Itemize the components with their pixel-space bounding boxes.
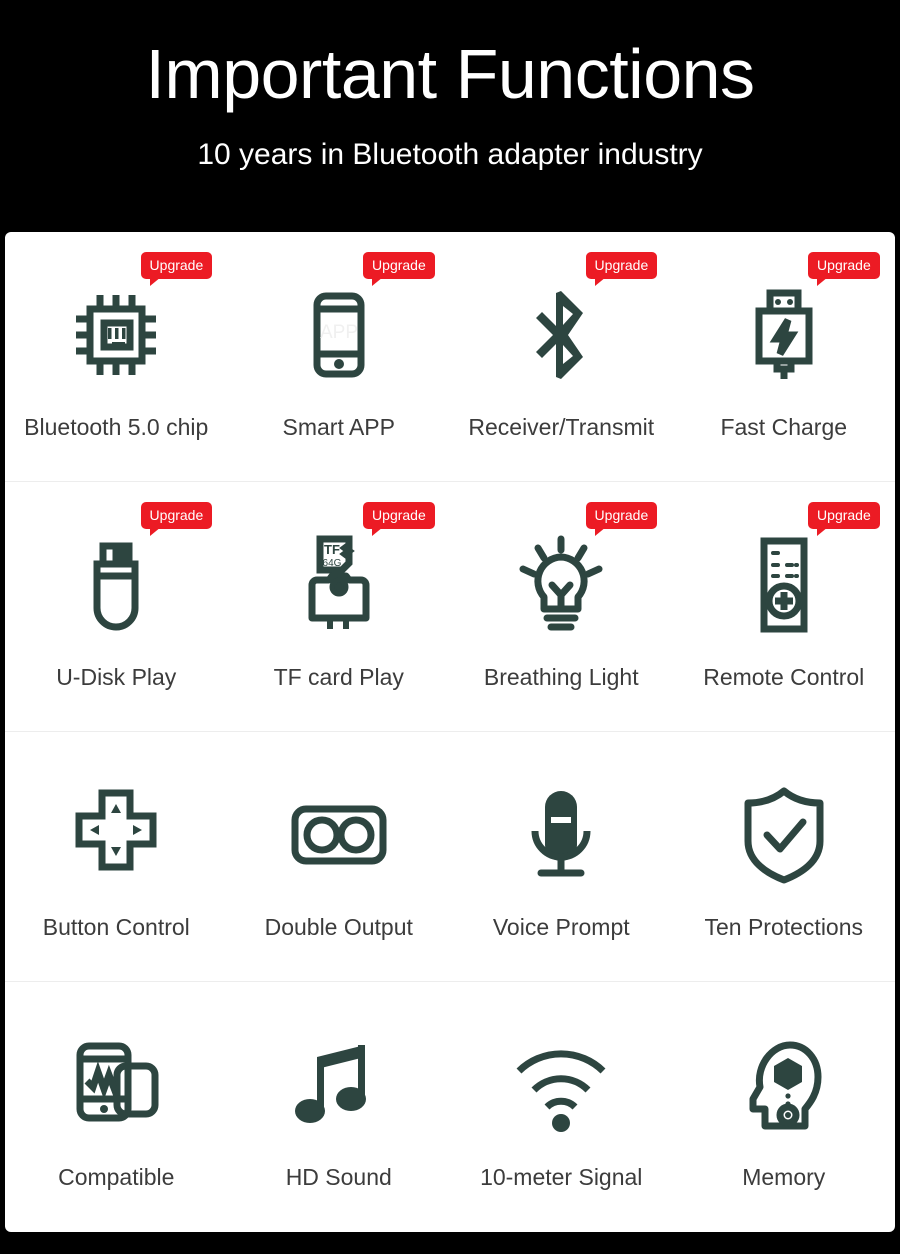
icon-container: APP Upgrade xyxy=(279,276,399,394)
feature-cell-hd-sound[interactable]: HD Sound xyxy=(228,982,451,1232)
upgrade-badge: Upgrade xyxy=(363,502,435,529)
feature-label: Bluetooth 5.0 chip xyxy=(24,414,208,441)
feature-cell-button-control[interactable]: Button Control xyxy=(5,732,228,981)
icon-container: Upgrade xyxy=(724,276,844,394)
microphone-icon xyxy=(509,783,613,887)
feature-cell-compatible[interactable]: Compatible xyxy=(5,982,228,1232)
feature-row: Upgrade Bluetooth 5.0 chip APP Upgrade S… xyxy=(5,232,895,482)
feature-label: Smart APP xyxy=(283,414,395,441)
icon-container: Upgrade xyxy=(501,276,621,394)
upgrade-badge: Upgrade xyxy=(586,502,658,529)
chip-icon xyxy=(64,283,168,387)
icon-container xyxy=(279,1026,399,1144)
feature-row: Upgrade U-Disk Play TF 64G xyxy=(5,482,895,732)
icon-container: Upgrade xyxy=(501,526,621,644)
bluetooth-icon xyxy=(509,283,613,387)
tf-card-icon: TF 64G xyxy=(287,533,391,637)
feature-cell-voice-prompt[interactable]: Voice Prompt xyxy=(450,732,673,981)
upgrade-badge: Upgrade xyxy=(808,502,880,529)
usb-lightning-icon xyxy=(732,283,836,387)
icon-container: Upgrade xyxy=(724,526,844,644)
page-header: Important Functions 10 years in Bluetoot… xyxy=(0,0,900,232)
feature-label: Remote Control xyxy=(703,664,864,691)
feature-label: 10-meter Signal xyxy=(480,1164,642,1191)
smartphone-app-icon: APP xyxy=(287,283,391,387)
feature-row: Button Control Double Output xyxy=(5,732,895,982)
upgrade-badge: Upgrade xyxy=(141,252,213,279)
dual-output-icon xyxy=(287,783,391,887)
page-subtitle: 10 years in Bluetooth adapter industry xyxy=(197,138,702,172)
wifi-signal-icon xyxy=(509,1033,613,1137)
feature-label: Breathing Light xyxy=(484,664,639,691)
music-note-icon xyxy=(287,1033,391,1137)
icon-container xyxy=(501,1026,621,1144)
head-memory-icon xyxy=(732,1033,836,1137)
feature-label: Ten Protections xyxy=(704,914,863,941)
icon-container xyxy=(56,1026,176,1144)
tf-card-type-text: TF xyxy=(324,542,340,557)
upgrade-badge: Upgrade xyxy=(363,252,435,279)
light-bulb-icon xyxy=(509,533,613,637)
icon-container xyxy=(724,776,844,894)
upgrade-badge: Upgrade xyxy=(141,502,213,529)
remote-control-icon xyxy=(732,533,836,637)
page-title: Important Functions xyxy=(145,38,754,112)
feature-cell-bluetooth-chip[interactable]: Upgrade Bluetooth 5.0 chip xyxy=(5,232,228,481)
upgrade-badge: Upgrade xyxy=(808,252,880,279)
dpad-icon xyxy=(64,783,168,887)
feature-label: Compatible xyxy=(58,1164,174,1191)
feature-cell-ten-protections[interactable]: Ten Protections xyxy=(673,732,896,981)
icon-container xyxy=(279,776,399,894)
feature-label: TF card Play xyxy=(274,664,404,691)
tf-card-capacity-text: 64G xyxy=(322,558,341,569)
feature-cell-tf-card-play[interactable]: TF 64G Upgrade TF card Play xyxy=(228,482,451,731)
feature-cell-receiver-transmit[interactable]: Upgrade Receiver/Transmit xyxy=(450,232,673,481)
feature-label: Receiver/Transmit xyxy=(468,414,654,441)
feature-label: Double Output xyxy=(265,914,413,941)
feature-cell-breathing-light[interactable]: Upgrade Breathing Light xyxy=(450,482,673,731)
feature-label: Fast Charge xyxy=(720,414,847,441)
feature-cell-fast-charge[interactable]: Upgrade Fast Charge xyxy=(673,232,896,481)
usb-flash-drive-icon xyxy=(64,533,168,637)
icon-container xyxy=(56,776,176,894)
feature-grid-card: Upgrade Bluetooth 5.0 chip APP Upgrade S… xyxy=(5,232,895,1232)
feature-label: Memory xyxy=(742,1164,825,1191)
feature-label: Button Control xyxy=(43,914,190,941)
icon-container: Upgrade xyxy=(56,526,176,644)
product-feature-page: Important Functions 10 years in Bluetoot… xyxy=(0,0,900,1254)
feature-cell-udisk-play[interactable]: Upgrade U-Disk Play xyxy=(5,482,228,731)
feature-label: U-Disk Play xyxy=(56,664,176,691)
feature-row: Compatible HD Sound xyxy=(5,982,895,1232)
phone-screen-text: APP xyxy=(320,322,358,343)
feature-cell-double-output[interactable]: Double Output xyxy=(228,732,451,981)
devices-waveform-icon xyxy=(64,1033,168,1137)
feature-cell-remote-control[interactable]: Upgrade Remote Control xyxy=(673,482,896,731)
feature-cell-smart-app[interactable]: APP Upgrade Smart APP xyxy=(228,232,451,481)
icon-container: TF 64G Upgrade xyxy=(279,526,399,644)
upgrade-badge: Upgrade xyxy=(586,252,658,279)
icon-container xyxy=(724,1026,844,1144)
feature-label: HD Sound xyxy=(286,1164,392,1191)
shield-check-icon xyxy=(732,783,836,887)
feature-cell-memory[interactable]: Memory xyxy=(673,982,896,1232)
icon-container xyxy=(501,776,621,894)
feature-label: Voice Prompt xyxy=(493,914,630,941)
feature-cell-signal-range[interactable]: 10-meter Signal xyxy=(450,982,673,1232)
icon-container: Upgrade xyxy=(56,276,176,394)
